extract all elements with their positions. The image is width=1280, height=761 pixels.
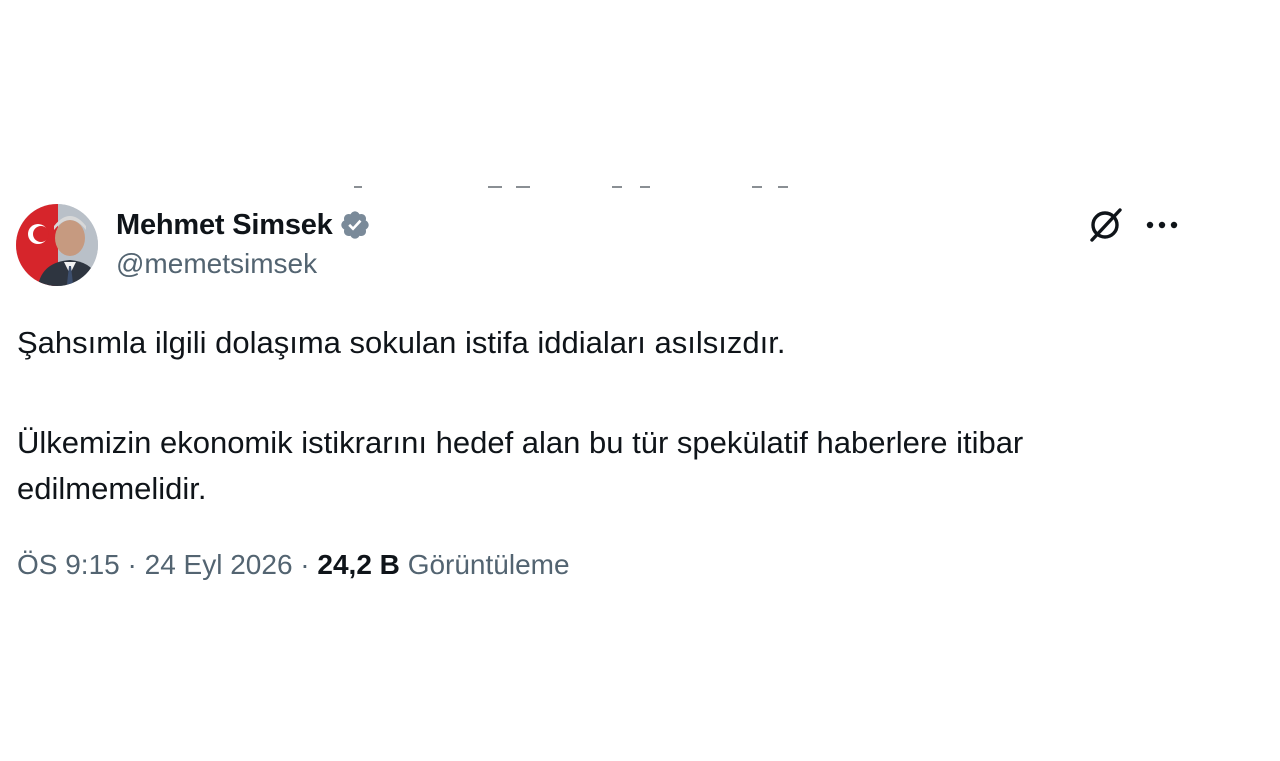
- avatar[interactable]: [16, 204, 98, 286]
- verified-badge-icon: [339, 209, 371, 241]
- tweet-time[interactable]: ÖS 9:15: [17, 549, 120, 580]
- tweet-paragraph: Ülkemizin ekonomik istikrarını hedef ala…: [17, 425, 1024, 506]
- author-handle[interactable]: @memetsimsek: [116, 248, 317, 280]
- author-display-name[interactable]: Mehmet Simsek: [116, 209, 333, 242]
- views-label: Görüntüleme: [407, 549, 570, 580]
- tweet-meta: ÖS 9:15 · 24 Eyl 2026 · 24,2 B Görüntüle…: [17, 549, 570, 581]
- tweet-card: Mehmet Simsek @memetsimsek Şahsımla ilgi…: [0, 0, 1280, 761]
- author-name-row: Mehmet Simsek: [116, 206, 371, 244]
- meta-separator: ·: [127, 549, 137, 580]
- tweet-text: Şahsımla ilgili dolaşıma sokulan istifa …: [17, 320, 1217, 512]
- tweet-paragraph: Şahsımla ilgili dolaşıma sokulan istifa …: [17, 325, 786, 360]
- tweet-date[interactable]: 24 Eyl 2026: [145, 549, 293, 580]
- meta-separator: ·: [300, 549, 310, 580]
- grok-icon: [1087, 205, 1125, 248]
- more-dots-icon: [1145, 217, 1179, 235]
- views-count[interactable]: 24,2 B: [317, 549, 400, 580]
- grok-button[interactable]: [1086, 206, 1126, 246]
- more-options-button[interactable]: [1142, 206, 1182, 246]
